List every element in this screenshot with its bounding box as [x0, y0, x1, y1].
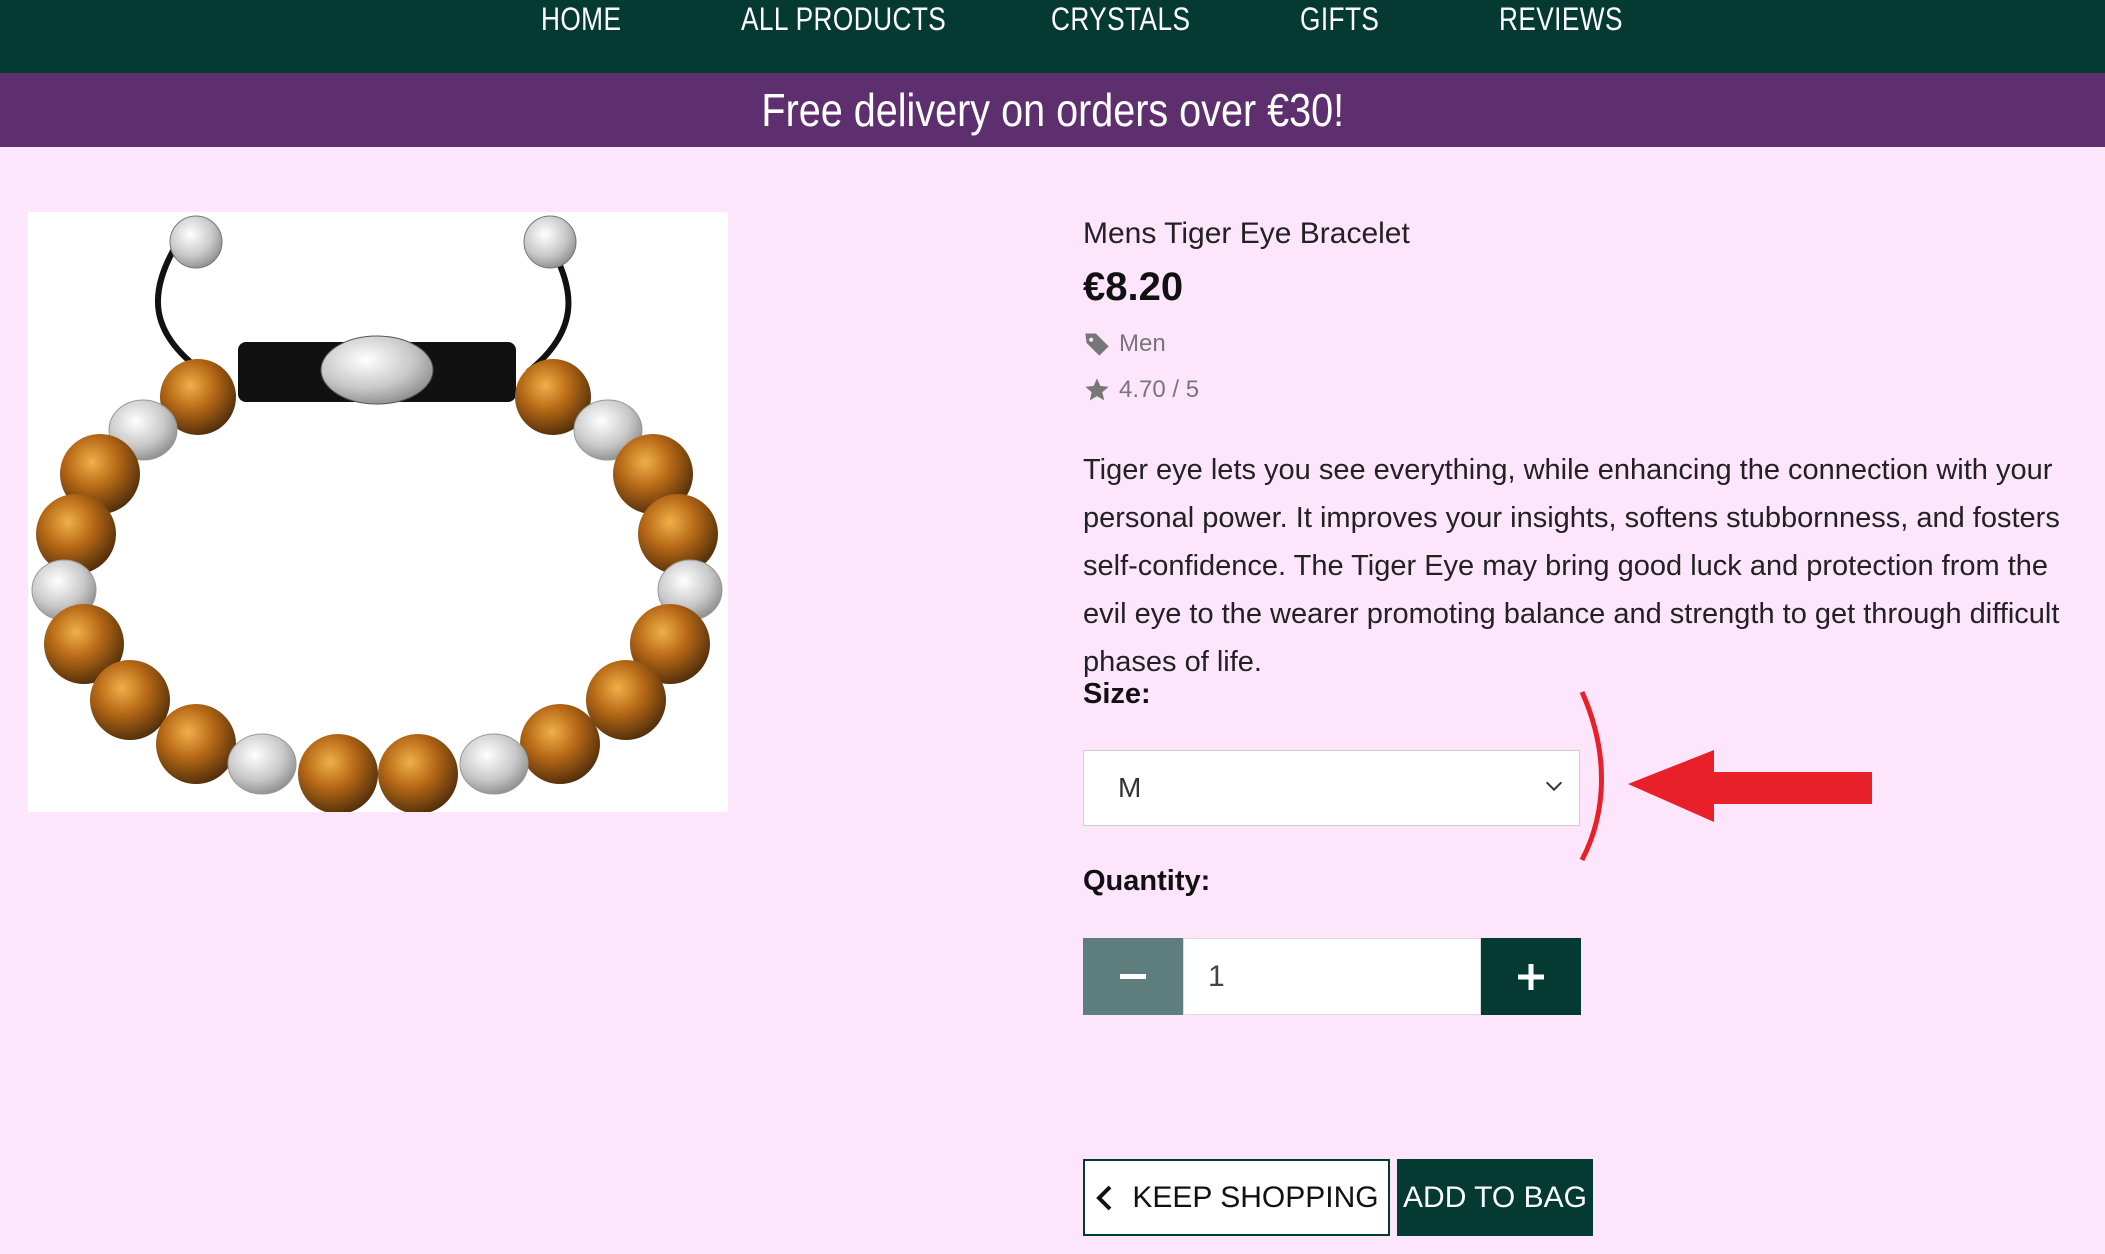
top-navigation: HOME ALL PRODUCTS CRYSTALS GIFTS REVIEWS: [0, 0, 2105, 73]
delivery-banner-text: Free delivery on orders over €30!: [761, 84, 1344, 136]
add-to-bag-button[interactable]: ADD TO BAG: [1397, 1159, 1593, 1236]
annotation-arrow-icon: [1579, 690, 1872, 862]
plus-icon: [1518, 963, 1544, 990]
quantity-label: Quantity:: [1083, 865, 1211, 897]
decrement-quantity-button[interactable]: [1083, 938, 1183, 1015]
keep-shopping-label: KEEP SHOPPING: [1132, 1180, 1379, 1214]
quantity-input[interactable]: 1: [1183, 938, 1481, 1015]
minus-icon: [1120, 973, 1146, 979]
nav-home-link[interactable]: HOME: [541, 0, 621, 40]
product-image: [28, 212, 728, 812]
size-selected-value: M: [1118, 772, 1142, 803]
nav-gifts-link[interactable]: GIFTS: [1300, 0, 1379, 40]
increment-quantity-button[interactable]: [1481, 938, 1581, 1015]
product-description: Tiger eye lets you see everything, while…: [1083, 454, 2060, 678]
chevron-left-icon: [1096, 1185, 1112, 1210]
rating-value: 4.70 / 5: [1119, 376, 1200, 403]
nav-reviews-link[interactable]: REVIEWS: [1499, 0, 1623, 40]
add-to-bag-label: ADD TO BAG: [1403, 1180, 1587, 1214]
size-select[interactable]: M: [1083, 750, 1580, 826]
bracelet-illustration: [31, 215, 723, 812]
category-label: Men: [1119, 330, 1166, 357]
star-icon: [1085, 378, 1109, 401]
size-label: Size:: [1083, 678, 1151, 710]
nav-all-products-link[interactable]: ALL PRODUCTS: [741, 0, 946, 40]
nav-crystals-link[interactable]: CRYSTALS: [1051, 0, 1190, 40]
delivery-banner: Free delivery on orders over €30!: [0, 73, 2105, 147]
tag-icon: [1085, 333, 1109, 356]
product-price: €8.20: [1083, 265, 1184, 309]
product-rating: 4.70 / 5: [1083, 376, 1199, 404]
product-category[interactable]: Men: [1083, 330, 1166, 358]
keep-shopping-button[interactable]: KEEP SHOPPING: [1083, 1159, 1390, 1236]
product-title: Mens Tiger Eye Bracelet: [1083, 217, 1410, 250]
